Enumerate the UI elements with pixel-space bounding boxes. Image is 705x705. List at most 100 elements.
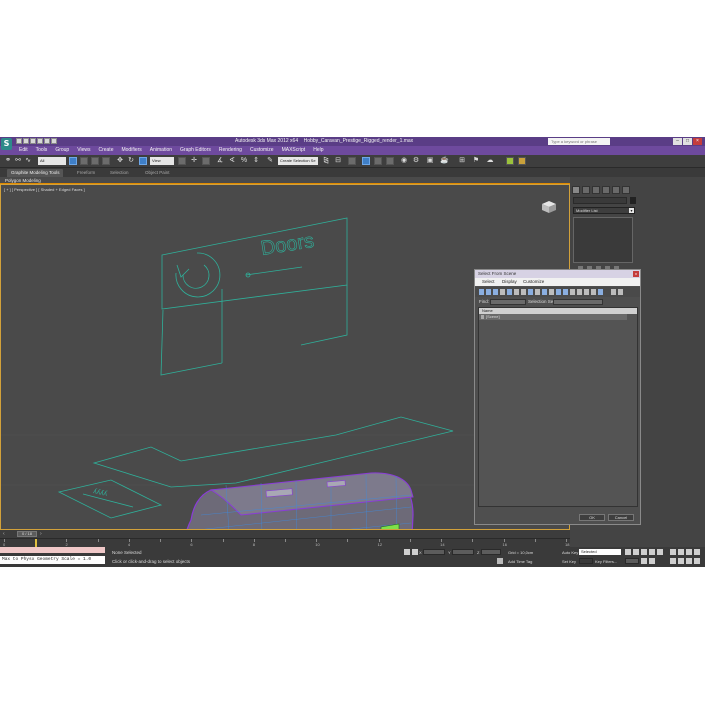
display-geometry-icon[interactable]	[479, 289, 484, 295]
scale-button[interactable]	[139, 157, 147, 165]
zoom-icon[interactable]	[670, 549, 676, 555]
time-slider-handle[interactable]: 0 / 18	[17, 531, 37, 537]
move-icon[interactable]: ✥	[116, 157, 124, 165]
dialog-menu-customize[interactable]: Customize	[523, 278, 544, 286]
absolute-mode-icon[interactable]	[412, 549, 418, 555]
edit-named-selection-icon[interactable]: ✎	[266, 157, 274, 165]
rectangular-selection-button[interactable]	[91, 157, 99, 165]
display-none-icon[interactable]	[570, 289, 575, 295]
tab-selection[interactable]: Selection	[110, 169, 129, 177]
graphite-toggle-button[interactable]	[362, 157, 370, 165]
add-time-tag[interactable]: Add Time Tag	[508, 559, 532, 564]
display-invert-icon[interactable]	[577, 289, 582, 295]
utilities-tab-icon[interactable]	[622, 186, 630, 194]
undo-icon[interactable]	[37, 138, 43, 144]
lock-selection-icon[interactable]	[404, 549, 410, 555]
maximize-viewport-icon[interactable]	[694, 558, 700, 564]
spinner-snap-icon[interactable]: ⇕	[252, 157, 260, 165]
rotate-icon[interactable]: ↻	[127, 157, 135, 165]
display-helpers-icon[interactable]	[507, 289, 512, 295]
motion-tab-icon[interactable]	[602, 186, 610, 194]
scripts-button[interactable]	[518, 157, 526, 165]
hierarchy-tab-icon[interactable]	[592, 186, 600, 194]
dialog-menu-select[interactable]: Select	[482, 278, 495, 286]
modifier-stack[interactable]	[573, 217, 633, 263]
object-name-field[interactable]	[573, 197, 627, 204]
display-all-icon[interactable]	[563, 289, 568, 295]
modifier-list-dropdown[interactable]: Modifier List ▾	[573, 207, 635, 214]
dialog-menu-display[interactable]: Display	[502, 278, 517, 286]
unlink-icon[interactable]: ⚯	[14, 157, 22, 165]
auto-key-selected-dropdown[interactable]: Selected	[579, 549, 621, 555]
menu-views[interactable]: Views	[77, 147, 90, 153]
menu-help[interactable]: Help	[313, 147, 323, 153]
scene-object-list[interactable]: Name [Scene]	[478, 307, 638, 507]
curve-editor-button[interactable]	[374, 157, 382, 165]
previous-frame-icon[interactable]	[633, 549, 639, 555]
time-configuration-icon[interactable]	[649, 558, 655, 564]
render-production-icon[interactable]: ☕	[440, 157, 449, 165]
extras-button[interactable]	[506, 157, 514, 165]
find-input[interactable]	[490, 299, 526, 305]
environment-icon[interactable]: ⊞	[458, 157, 466, 165]
dialog-close-button[interactable]: x	[633, 271, 639, 277]
quick-render-icon[interactable]: ⚑	[472, 157, 480, 165]
link-icon[interactable]: ⚭	[4, 157, 12, 165]
modify-tab-icon[interactable]	[582, 186, 590, 194]
angle-snap-icon[interactable]: ∢	[228, 157, 236, 165]
save-file-icon[interactable]	[30, 138, 36, 144]
key-mode-icon[interactable]	[641, 558, 647, 564]
slider-left-arrow-icon[interactable]: ‹	[3, 531, 5, 537]
display-shapes-icon[interactable]	[486, 289, 491, 295]
orbit-icon[interactable]	[686, 558, 692, 564]
search-input[interactable]: Type a keyword or phrase	[548, 138, 610, 145]
select-manipulate-icon[interactable]: ✛	[190, 157, 198, 165]
display-tab-icon[interactable]	[612, 186, 620, 194]
pivot-center-button[interactable]	[178, 157, 186, 165]
maximize-button[interactable]: □	[683, 138, 692, 145]
app-logo[interactable]: S	[1, 138, 12, 150]
menu-maxscript[interactable]: MAXScript	[282, 147, 306, 153]
keyboard-shortcut-button[interactable]	[202, 157, 210, 165]
display-spacewarps-icon[interactable]	[514, 289, 519, 295]
maxscript-listener-output[interactable]: Max to Physx Geometry Scale = 1.0	[0, 556, 105, 564]
selection-filter-dropdown[interactable]: All	[38, 157, 66, 165]
zoom-all-icon[interactable]	[678, 549, 684, 555]
polygon-modeling-label[interactable]: Polygon Modeling	[5, 177, 41, 184]
new-file-icon[interactable]	[16, 138, 22, 144]
zoom-extents-icon[interactable]	[686, 549, 692, 555]
reference-coordinate-dropdown[interactable]: View	[150, 157, 174, 165]
go-to-start-icon[interactable]	[625, 549, 631, 555]
key-filters-button[interactable]: Key Filters...	[595, 559, 617, 564]
align-icon[interactable]: ⊟	[334, 157, 342, 165]
display-lights-icon[interactable]	[493, 289, 498, 295]
material-editor-icon[interactable]: ◉	[400, 157, 408, 165]
auto-key-label[interactable]: Auto Key	[562, 550, 578, 555]
menu-create[interactable]: Create	[98, 147, 113, 153]
ok-button[interactable]: OK	[579, 514, 605, 521]
schematic-view-button[interactable]	[386, 157, 394, 165]
filter-icon[interactable]	[611, 289, 616, 295]
menu-tools[interactable]: Tools	[36, 147, 48, 153]
x-coordinate-field[interactable]	[423, 549, 445, 555]
maxscript-listener-top[interactable]	[0, 547, 105, 553]
play-icon[interactable]	[641, 549, 647, 555]
display-xrefs-icon[interactable]	[528, 289, 533, 295]
viewcube-icon[interactable]	[538, 199, 560, 215]
menu-graph-editors[interactable]: Graph Editors	[180, 147, 211, 153]
current-frame-field[interactable]	[625, 558, 639, 564]
menu-modifiers[interactable]: Modifiers	[121, 147, 141, 153]
minimize-button[interactable]: –	[673, 138, 682, 145]
object-color-swatch[interactable]	[630, 197, 636, 204]
display-cameras-icon[interactable]	[500, 289, 505, 295]
menu-customize[interactable]: Customize	[250, 147, 274, 153]
adaptive-degradation-icon[interactable]	[497, 558, 503, 564]
time-slider[interactable]: ‹ 0 / 18 ›	[0, 530, 570, 538]
hierarchy-icon[interactable]	[618, 289, 623, 295]
menu-rendering[interactable]: Rendering	[219, 147, 242, 153]
display-bones-icon[interactable]	[535, 289, 540, 295]
layer-manager-button[interactable]	[348, 157, 356, 165]
create-tab-icon[interactable]	[572, 186, 580, 194]
next-frame-icon[interactable]	[649, 549, 655, 555]
display-groups-icon[interactable]	[521, 289, 526, 295]
